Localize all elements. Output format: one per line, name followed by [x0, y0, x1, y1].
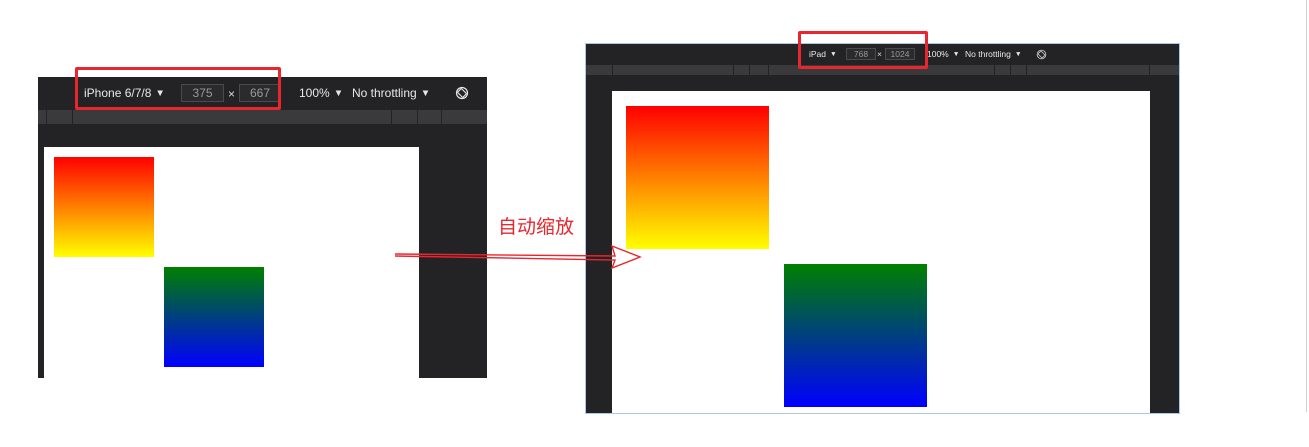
- arrow-icon: [394, 244, 642, 270]
- divider: [1306, 0, 1307, 412]
